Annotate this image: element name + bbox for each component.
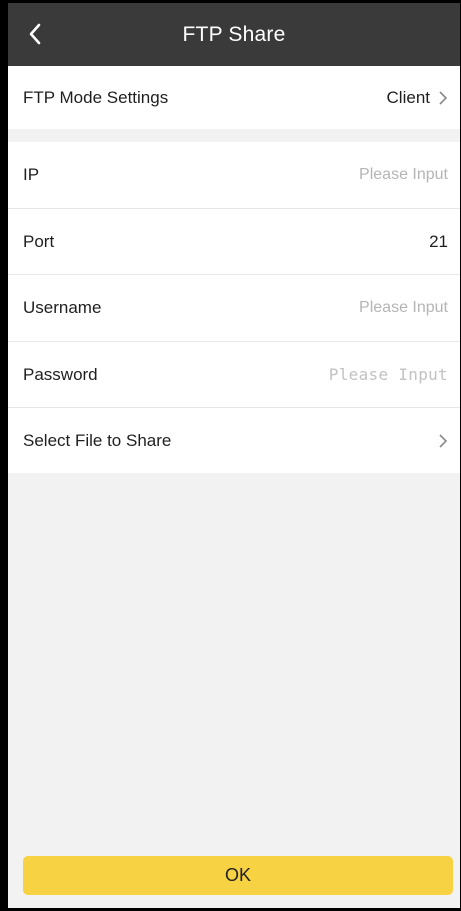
ip-label: IP — [23, 165, 40, 184]
password-row: Password Please Input — [8, 342, 460, 407]
port-input[interactable]: 21 — [429, 232, 448, 252]
back-arrow-icon — [29, 23, 41, 45]
chevron-right-icon — [438, 433, 448, 449]
ok-button[interactable]: OK — [23, 856, 453, 895]
username-input[interactable]: Please Input — [359, 299, 448, 317]
ip-input[interactable]: Please Input — [359, 166, 448, 184]
port-label: Port — [23, 231, 55, 251]
select-file-row[interactable]: Select File to Share — [8, 408, 460, 473]
port-row: Port 21 — [8, 209, 460, 274]
ftp-mode-settings-row[interactable]: FTP Mode Settings Client — [8, 66, 460, 129]
top-app-bar: FTP Share — [8, 3, 460, 66]
ftp-mode-settings-label: FTP Mode Settings — [23, 87, 169, 107]
password-input[interactable]: Please Input — [329, 365, 448, 384]
chevron-right-icon — [438, 90, 448, 106]
ftp-share-screen: FTP Share FTP Mode Settings Client IP Pl… — [8, 3, 460, 908]
footer-bar: OK — [8, 841, 460, 908]
page-title: FTP Share — [182, 22, 286, 46]
username-row: Username Please Input — [8, 275, 460, 341]
select-file-label: Select File to Share — [23, 430, 172, 450]
ftp-mode-value: Client — [386, 87, 430, 107]
ip-row: IP Please Input — [8, 142, 460, 208]
back-button[interactable] — [18, 15, 52, 53]
password-label: Password — [23, 364, 98, 384]
username-label: Username — [23, 298, 102, 317]
